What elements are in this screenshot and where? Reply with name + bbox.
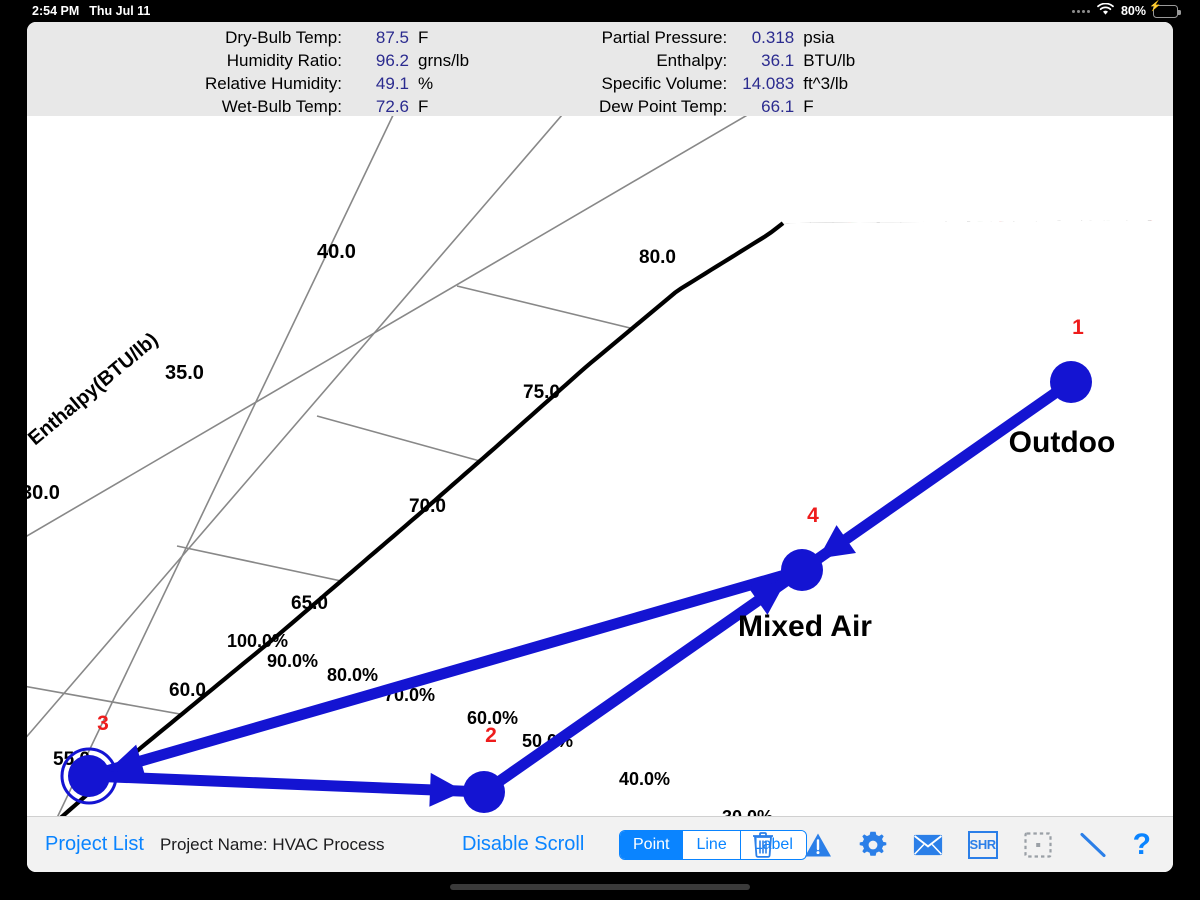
svg-text:90.0%: 90.0% xyxy=(267,651,318,671)
wifi-icon xyxy=(1097,2,1114,19)
signal-dots-icon xyxy=(1071,9,1090,13)
ios-status-bar: 2:54 PM Thu Jul 11 80% ⚡ xyxy=(0,0,1200,22)
readout-value-enthalpy: 36.1 xyxy=(761,51,795,70)
readout-unit-enthalpy: BTU/lb xyxy=(803,51,856,70)
svg-text:75.0: 75.0 xyxy=(523,382,560,403)
svg-text:Mixed Air: Mixed Air xyxy=(738,610,872,643)
readout-unit-specific-volume: ft^3/lb xyxy=(803,74,849,93)
toolbar-icon-group: SHR ? xyxy=(748,829,1151,860)
line-tool-icon[interactable] xyxy=(1078,830,1108,860)
readout-value-partial-pressure: 0.318 xyxy=(751,28,795,47)
help-icon[interactable]: ? xyxy=(1133,829,1151,860)
home-indicator xyxy=(450,884,750,890)
status-time: 2:54 PM xyxy=(32,4,80,18)
svg-text:2: 2 xyxy=(485,724,497,747)
readout-unit-dew-point: F xyxy=(803,97,814,116)
readout-value-dry-bulb: 87.5 xyxy=(375,28,409,47)
chart-point-4 xyxy=(781,549,823,591)
readout-label-humidity-ratio: Humidity Ratio: xyxy=(226,51,342,70)
segment-point[interactable]: Point xyxy=(620,830,684,859)
readout-label-enthalpy: Enthalpy: xyxy=(656,51,728,70)
svg-text:4: 4 xyxy=(807,504,819,527)
readout-label-relative-humidity: Relative Humidity: xyxy=(205,74,342,93)
readout-label-dry-bulb: Dry-Bulb Temp: xyxy=(225,28,342,47)
app-window: Dry-Bulb Temp: 87.5 F Humidity Ratio: 96… xyxy=(27,22,1173,872)
status-date: Thu Jul 11 xyxy=(89,4,151,18)
readout-column-right: Partial Pressure: 0.318 psia Enthalpy: 3… xyxy=(599,28,855,117)
shr-icon[interactable]: SHR xyxy=(967,830,998,859)
svg-text:80.0%: 80.0% xyxy=(327,665,378,685)
warning-icon[interactable] xyxy=(803,830,833,860)
status-bar-left: 2:54 PM Thu Jul 11 xyxy=(32,4,150,18)
chart-point-2 xyxy=(463,771,505,813)
readout-value-humidity-ratio: 96.2 xyxy=(375,51,409,70)
mail-icon[interactable] xyxy=(913,830,943,860)
readout-value-wet-bulb: 72.6 xyxy=(375,97,409,116)
svg-text:65.0: 65.0 xyxy=(291,593,328,614)
readout-value-specific-volume: 14.083 xyxy=(742,74,795,93)
svg-text:80.0: 80.0 xyxy=(639,247,676,268)
readout-label-dew-point: Dew Point Temp: xyxy=(599,97,728,116)
readout-unit-wet-bulb: F xyxy=(418,97,429,116)
gear-icon[interactable] xyxy=(858,830,888,860)
properties-readout-panel: Dry-Bulb Temp: 87.5 F Humidity Ratio: 96… xyxy=(27,22,1173,116)
svg-text:35.0: 35.0 xyxy=(165,362,204,384)
select-region-icon[interactable] xyxy=(1023,830,1053,860)
trash-icon[interactable] xyxy=(748,830,778,860)
bottom-toolbar: Project List Project Name: HVAC Process … xyxy=(27,816,1173,872)
svg-text:40.0: 40.0 xyxy=(317,241,356,263)
project-name-label: Project Name: HVAC Process xyxy=(159,834,385,854)
readout-label-partial-pressure: Partial Pressure: xyxy=(601,28,728,47)
project-list-button[interactable]: Project List xyxy=(45,833,144,856)
readout-value-dew-point: 66.1 xyxy=(761,97,795,116)
svg-text:100.0%: 100.0% xyxy=(227,631,288,651)
svg-text:60.0: 60.0 xyxy=(169,680,206,701)
status-bar-right: 80% ⚡ xyxy=(1071,1,1181,19)
svg-text:70.0: 70.0 xyxy=(409,496,446,517)
battery-percent-label: 80% xyxy=(1120,4,1146,18)
readout-unit-dry-bulb: F xyxy=(418,28,429,47)
chart-point-1 xyxy=(1050,361,1092,403)
psychrometric-chart[interactable]: 40.035.030.0Enthalpy(BTU/lb)80.075.070.0… xyxy=(27,116,1173,816)
readout-unit-humidity-ratio: grns/lb xyxy=(418,51,470,70)
svg-text:3: 3 xyxy=(97,712,109,735)
chart-canvas[interactable]: 40.035.030.0Enthalpy(BTU/lb)80.075.070.0… xyxy=(27,116,1173,816)
segment-line[interactable]: Line xyxy=(683,830,741,859)
svg-text:Outdoo: Outdoo xyxy=(1009,426,1116,459)
svg-text:30.0%: 30.0% xyxy=(722,807,773,816)
chart-point-3 xyxy=(68,755,110,797)
readout-unit-partial-pressure: psia xyxy=(803,28,835,47)
readout-label-specific-volume: Specific Volume: xyxy=(601,74,728,93)
battery-charging-icon: ⚡ xyxy=(1149,1,1181,18)
readout-unit-relative-humidity: % xyxy=(418,74,434,93)
readout-column-left: Dry-Bulb Temp: 87.5 F Humidity Ratio: 96… xyxy=(205,28,469,117)
svg-text:40.0%: 40.0% xyxy=(619,769,670,789)
svg-text:1: 1 xyxy=(1072,316,1084,339)
readout-value-relative-humidity: 49.1 xyxy=(375,74,409,93)
svg-text:30.0: 30.0 xyxy=(27,482,60,504)
readout-label-wet-bulb: Wet-Bulb Temp: xyxy=(221,97,342,116)
disable-scroll-button[interactable]: Disable Scroll xyxy=(462,833,584,856)
